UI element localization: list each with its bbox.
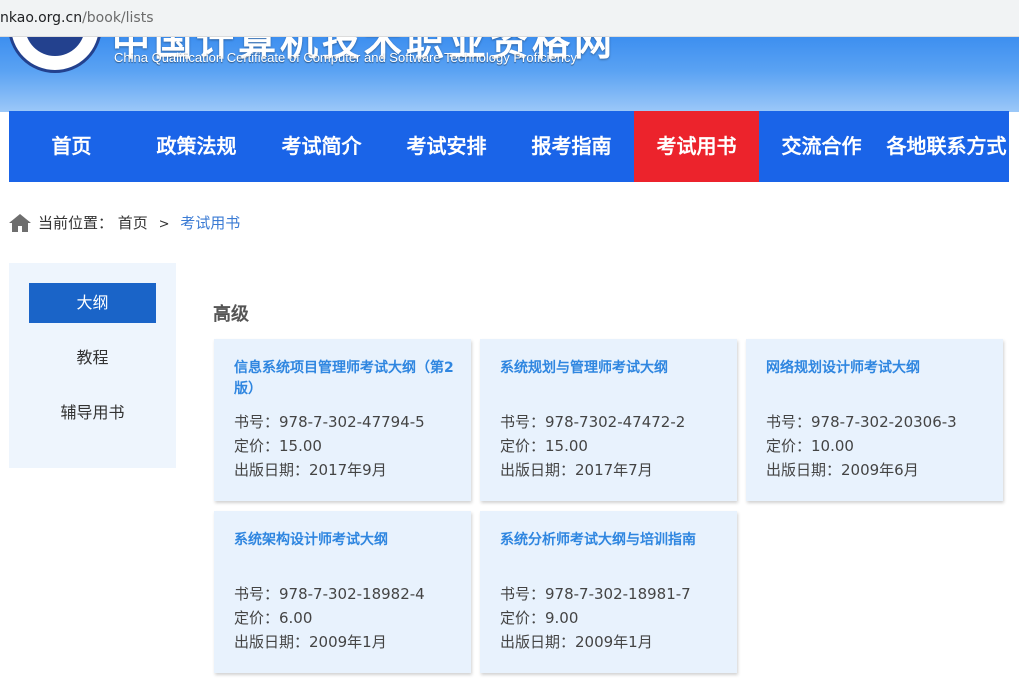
book-title[interactable]: 信息系统项目管理师考试大纲（第2版） [234, 358, 457, 410]
book-isbn: 书号：978-7-302-47794-5 [234, 413, 425, 431]
section-title: 高级 [213, 304, 249, 325]
browser-address-bar: nkao.org.cn/book/lists [0, 0, 1019, 37]
book-price: 定价：6.00 [234, 609, 313, 627]
nav-item-exam-intro[interactable]: 考试简介 [259, 111, 384, 182]
book-price: 定价：10.00 [766, 437, 854, 455]
home-icon [9, 214, 31, 232]
breadcrumb-separator: > [158, 217, 170, 232]
book-title[interactable]: 系统规划与管理师考试大纲 [500, 358, 723, 410]
book-isbn: 书号：978-7-302-20306-3 [766, 413, 957, 431]
breadcrumb-prefix: 当前位置： [38, 214, 114, 232]
nav-item-cooperation[interactable]: 交流合作 [759, 111, 884, 182]
nav-item-policy[interactable]: 政策法规 [134, 111, 259, 182]
sidebar-item-syllabus[interactable]: 大纲 [29, 283, 156, 323]
nav-item-exam-books[interactable]: 考试用书 [634, 111, 759, 182]
main-nav: 首页 政策法规 考试简介 考试安排 报考指南 考试用书 交流合作 各地联系方式 [9, 111, 1009, 182]
breadcrumb-home-link[interactable]: 首页 [118, 214, 148, 232]
book-card[interactable]: 网络规划设计师考试大纲 书号：978-7-302-20306-3 定价：10.0… [746, 339, 1003, 501]
nav-item-contacts[interactable]: 各地联系方式 [884, 111, 1009, 182]
breadcrumb: 当前位置： 首页 > 考试用书 [9, 211, 409, 235]
book-date: 出版日期：2017年9月 [234, 461, 387, 479]
category-sidebar: 大纲 教程 辅导用书 [9, 263, 176, 468]
site-subtitle: China Qualification Certificate of Compu… [114, 50, 577, 65]
book-title[interactable]: 系统分析师考试大纲与培训指南 [500, 530, 723, 582]
book-price: 定价：15.00 [234, 437, 322, 455]
book-isbn: 书号：978-7-302-18982-4 [234, 585, 425, 603]
book-title[interactable]: 网络规划设计师考试大纲 [766, 358, 989, 410]
url-field[interactable]: nkao.org.cn/book/lists [0, 4, 1019, 32]
book-card[interactable]: 系统架构设计师考试大纲 书号：978-7-302-18982-4 定价：6.00… [214, 511, 471, 673]
book-date: 出版日期：2017年7月 [500, 461, 653, 479]
breadcrumb-current[interactable]: 考试用书 [180, 214, 240, 232]
site-banner: 中国计算机技术职业资格网 China Qualification Certifi… [0, 37, 1019, 112]
book-card[interactable]: 系统分析师考试大纲与培训指南 书号：978-7-302-18981-7 定价：9… [480, 511, 737, 673]
book-price: 定价：9.00 [500, 609, 579, 627]
book-date: 出版日期：2009年1月 [234, 633, 387, 651]
book-price: 定价：15.00 [500, 437, 588, 455]
sidebar-item-guidebooks[interactable]: 辅导用书 [29, 393, 156, 433]
sidebar-item-tutorial[interactable]: 教程 [29, 338, 156, 378]
nav-item-home[interactable]: 首页 [9, 111, 134, 182]
book-date: 出版日期：2009年6月 [766, 461, 919, 479]
site-logo-icon[interactable] [8, 37, 102, 73]
book-card[interactable]: 信息系统项目管理师考试大纲（第2版） 书号：978-7-302-47794-5 … [214, 339, 471, 501]
nav-item-exam-schedule[interactable]: 考试安排 [384, 111, 509, 182]
book-isbn: 书号：978-7302-47472-2 [500, 413, 686, 431]
nav-item-registration-guide[interactable]: 报考指南 [509, 111, 634, 182]
url-host: nkao.org.cn [0, 10, 83, 26]
book-isbn: 书号：978-7-302-18981-7 [500, 585, 691, 603]
book-date: 出版日期：2009年1月 [500, 633, 653, 651]
url-path: /book/lists [82, 10, 154, 26]
book-title[interactable]: 系统架构设计师考试大纲 [234, 530, 457, 582]
book-card[interactable]: 系统规划与管理师考试大纲 书号：978-7302-47472-2 定价：15.0… [480, 339, 737, 501]
